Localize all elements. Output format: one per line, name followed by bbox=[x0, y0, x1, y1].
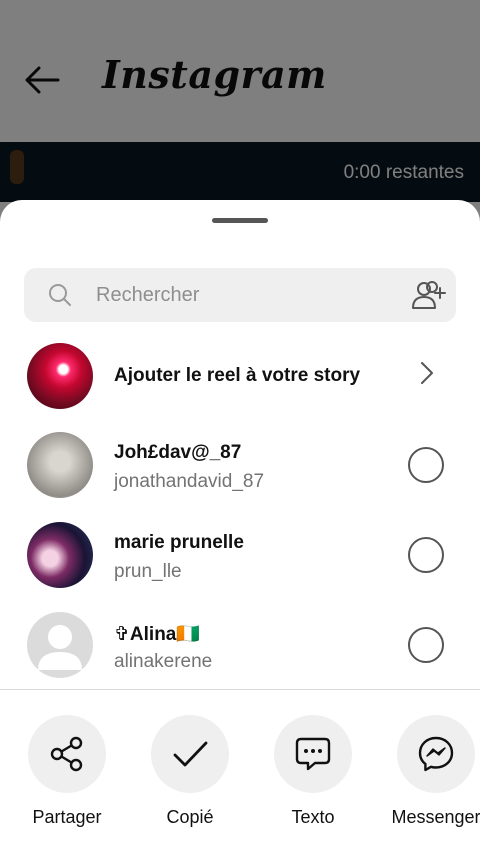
message-icon bbox=[295, 737, 331, 771]
select-radio[interactable] bbox=[408, 537, 444, 573]
sms-button-circle[interactable] bbox=[274, 715, 352, 793]
divider bbox=[0, 689, 480, 690]
contact-row[interactable]: Joh£dav@_87 jonathandavid_87 bbox=[0, 421, 480, 511]
share-button-circle[interactable] bbox=[28, 715, 106, 793]
select-radio[interactable] bbox=[408, 627, 444, 663]
sheet-grabber[interactable] bbox=[212, 218, 268, 223]
contact-username: jonathandavid_87 bbox=[114, 471, 265, 492]
sms-button[interactable]: Texto bbox=[274, 715, 352, 827]
add-people-icon[interactable] bbox=[410, 280, 446, 310]
add-to-story-row[interactable]: Ajouter le reel à votre story bbox=[0, 332, 480, 422]
contact-row[interactable]: ✞Alina🇨🇮 alinakerene bbox=[0, 601, 480, 691]
share-label: Partager bbox=[32, 807, 102, 827]
checkmark-icon bbox=[173, 741, 208, 767]
share-icon bbox=[50, 736, 83, 772]
messenger-label: Messenger bbox=[391, 807, 480, 827]
copy-link-button[interactable]: Copié bbox=[151, 715, 229, 827]
user-silhouette-icon bbox=[38, 625, 82, 670]
chevron-right-icon bbox=[421, 362, 433, 384]
contact-name: Joh£dav@_87 bbox=[114, 442, 242, 463]
contact-name: ✞Alina🇨🇮 bbox=[114, 624, 201, 645]
story-avatar bbox=[27, 343, 93, 409]
copy-button-circle[interactable] bbox=[151, 715, 229, 793]
share-sheet: Rechercher Ajouter le reel à votre story… bbox=[0, 200, 480, 854]
search-bar[interactable]: Rechercher bbox=[24, 268, 456, 322]
search-input[interactable]: Rechercher bbox=[96, 284, 199, 307]
default-avatar bbox=[27, 612, 93, 678]
select-radio[interactable] bbox=[408, 447, 444, 483]
copy-label: Copié bbox=[166, 807, 214, 827]
contact-row[interactable]: marie prunelle prun_lle bbox=[0, 511, 480, 601]
contact-username: prun_lle bbox=[114, 561, 182, 582]
search-icon bbox=[49, 284, 71, 306]
avatar bbox=[27, 522, 93, 588]
avatar bbox=[27, 432, 93, 498]
contact-name: marie prunelle bbox=[114, 532, 244, 553]
add-to-story-label: Ajouter le reel à votre story bbox=[114, 365, 361, 386]
messenger-icon bbox=[418, 736, 454, 772]
messenger-button[interactable]: Messenger bbox=[391, 715, 480, 827]
messenger-button-circle[interactable] bbox=[397, 715, 475, 793]
contact-username: alinakerene bbox=[114, 651, 213, 672]
share-button[interactable]: Partager bbox=[28, 715, 106, 827]
sms-label: Texto bbox=[291, 807, 335, 827]
